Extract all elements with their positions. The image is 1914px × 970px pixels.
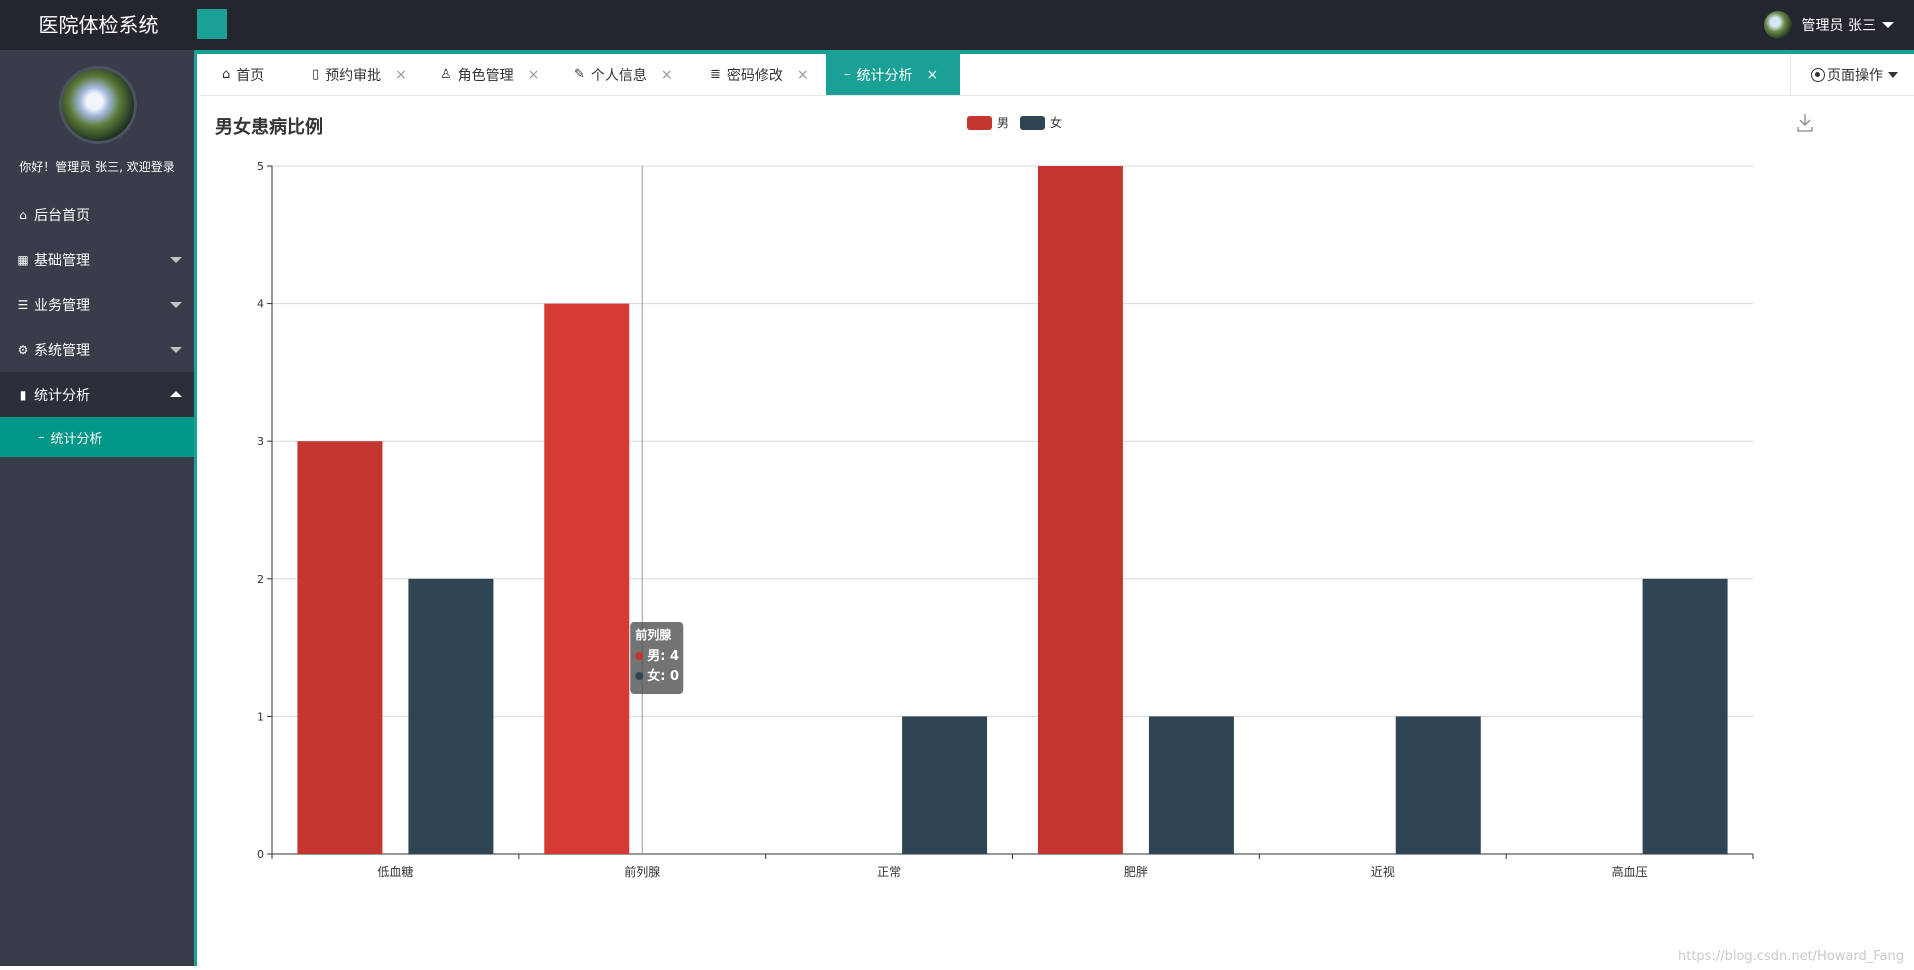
welcome-text: 你好！管理员 张三, 欢迎登录 [0,158,194,175]
y-tick-label-5: 5 [257,160,264,173]
sidebar-item-label: 后台首页 [34,205,90,225]
phone-icon: ▯ [312,67,319,82]
page-ops-label: 页面操作 [1827,65,1883,85]
legend-label-0: 男 [997,116,1009,130]
sidebar-item-label: 业务管理 [34,295,90,315]
bar-1-3 [1149,716,1234,854]
sidebar-item-home[interactable]: ⌂ 后台首页 [0,192,194,237]
avatar [59,66,137,144]
tab-label: 个人信息 [591,65,647,85]
sidebar-subitem-label: 统计分析 [51,428,103,447]
sidebar-toggle-button[interactable] [197,9,227,39]
bar-0-1 [544,304,629,854]
legend-swatch-0 [967,116,992,130]
sidebar-nav: ⌂ 后台首页 ▦ 基础管理 ☰ 业务管理 ⚙ 系统管理 ▮ 统计分析 – 统计分… [0,192,194,457]
tab-appointment[interactable]: ▯ 预约审批 × [298,54,426,95]
sidebar-item-label: 统计分析 [34,385,90,405]
bar-0-0 [297,441,382,854]
watermark: https://blog.csdn.net/Howard_Fang [1678,949,1904,964]
sidebar-item-label: 系统管理 [34,340,90,360]
avatar [1764,11,1792,39]
chevron-down-icon [1888,72,1898,78]
app-title: 医院体检系统 [0,0,197,50]
chevron-down-icon [1882,22,1894,28]
bar-chart[interactable]: 男女患病比例男女012345低血糖前列腺正常肥胖近视高血压前列腺男: 4女: 0 [200,97,1914,966]
chevron-up-icon [170,391,182,397]
sidebar-item-basic[interactable]: ▦ 基础管理 [0,237,194,282]
close-icon[interactable]: × [395,67,407,83]
sidebar-item-business[interactable]: ☰ 业务管理 [0,282,194,327]
legend-label-1: 女 [1050,115,1062,130]
bar-1-4 [1396,716,1481,854]
chevron-down-icon [170,347,182,353]
x-tick-label-5: 高血压 [1612,864,1648,879]
sidebar-subitem-stats[interactable]: – 统计分析 [0,417,194,457]
x-tick-label-0: 低血糖 [377,864,413,879]
sidebar-item-stats[interactable]: ▮ 统计分析 [0,372,194,417]
chevron-down-icon [170,302,182,308]
chat-icon: ▮ [16,388,30,402]
minus-icon: – [844,67,851,82]
y-tick-label-2: 2 [257,573,264,586]
user-icon: ♙ [440,67,452,82]
top-header: 医院体检系统 管理员 张三 [0,0,1914,50]
tooltip-marker-1 [635,672,643,680]
chart-container: 男女患病比例男女012345低血糖前列腺正常肥胖近视高血压前列腺男: 4女: 0 [200,97,1914,966]
home-icon: ⌂ [222,67,230,82]
minus-icon: – [38,430,45,445]
sidebar-item-label: 基础管理 [34,250,90,270]
tab-label: 统计分析 [857,65,913,85]
align-icon: ≣ [710,67,721,82]
close-icon[interactable]: × [661,67,673,83]
tab-stats[interactable]: – 统计分析 × [826,54,960,95]
tooltip-line-0: 男: 4 [647,649,679,664]
user-menu[interactable]: 管理员 张三 [1764,10,1894,40]
tooltip-title: 前列腺 [635,627,672,642]
sidebar: 你好！管理员 张三, 欢迎登录 ⌂ 后台首页 ▦ 基础管理 ☰ 业务管理 ⚙ 系… [0,50,197,966]
tooltip-marker-0 [635,652,643,660]
y-tick-label-3: 3 [257,435,264,448]
chart-title: 男女患病比例 [215,116,323,138]
close-icon[interactable]: × [797,67,809,83]
gear-icon: ⚙ [16,343,30,357]
close-icon[interactable]: × [528,67,540,83]
tab-profile[interactable]: ✎ 个人信息 × [568,54,698,95]
bar-1-0 [408,579,493,854]
tab-label: 密码修改 [727,65,783,85]
tab-label: 首页 [236,65,264,85]
chevron-down-icon [170,257,182,263]
user-name: 管理员 张三 [1802,15,1876,35]
bar-1-5 [1643,579,1728,854]
tab-label: 预约审批 [325,65,381,85]
tab-home[interactable]: ⌂ 首页 [210,54,295,95]
x-tick-label-2: 正常 [877,865,901,879]
x-tick-label-1: 前列腺 [624,864,660,879]
sidebar-edge [194,50,197,966]
download-icon [1798,114,1812,131]
y-tick-label-4: 4 [257,298,264,311]
tab-role[interactable]: ♙ 角色管理 × [432,54,562,95]
grid-icon: ▦ [16,253,30,267]
tooltip-line-1: 女: 0 [647,668,679,684]
page-ops-menu[interactable]: 页面操作 [1790,54,1914,95]
tab-password[interactable]: ≣ 密码修改 × [704,54,834,95]
brush-icon: ✎ [574,67,585,82]
legend-swatch-1 [1020,116,1045,130]
y-tick-label-0: 0 [257,848,264,861]
x-tick-label-4: 近视 [1371,864,1395,879]
tab-label: 角色管理 [458,65,514,85]
bar-0-3 [1038,166,1123,854]
close-icon[interactable]: × [927,67,939,83]
bar-1-2 [902,716,987,854]
home-icon: ⌂ [16,208,30,222]
x-tick-label-3: 肥胖 [1124,865,1148,879]
sidebar-item-system[interactable]: ⚙ 系统管理 [0,327,194,372]
tab-bar: ⌂ 首页 ▯ 预约审批 × ♙ 角色管理 × ✎ 个人信息 × ≣ 密码修改 ×… [200,54,1914,96]
target-icon [1811,68,1825,82]
y-tick-label-1: 1 [257,710,264,723]
list-icon: ☰ [16,298,30,312]
